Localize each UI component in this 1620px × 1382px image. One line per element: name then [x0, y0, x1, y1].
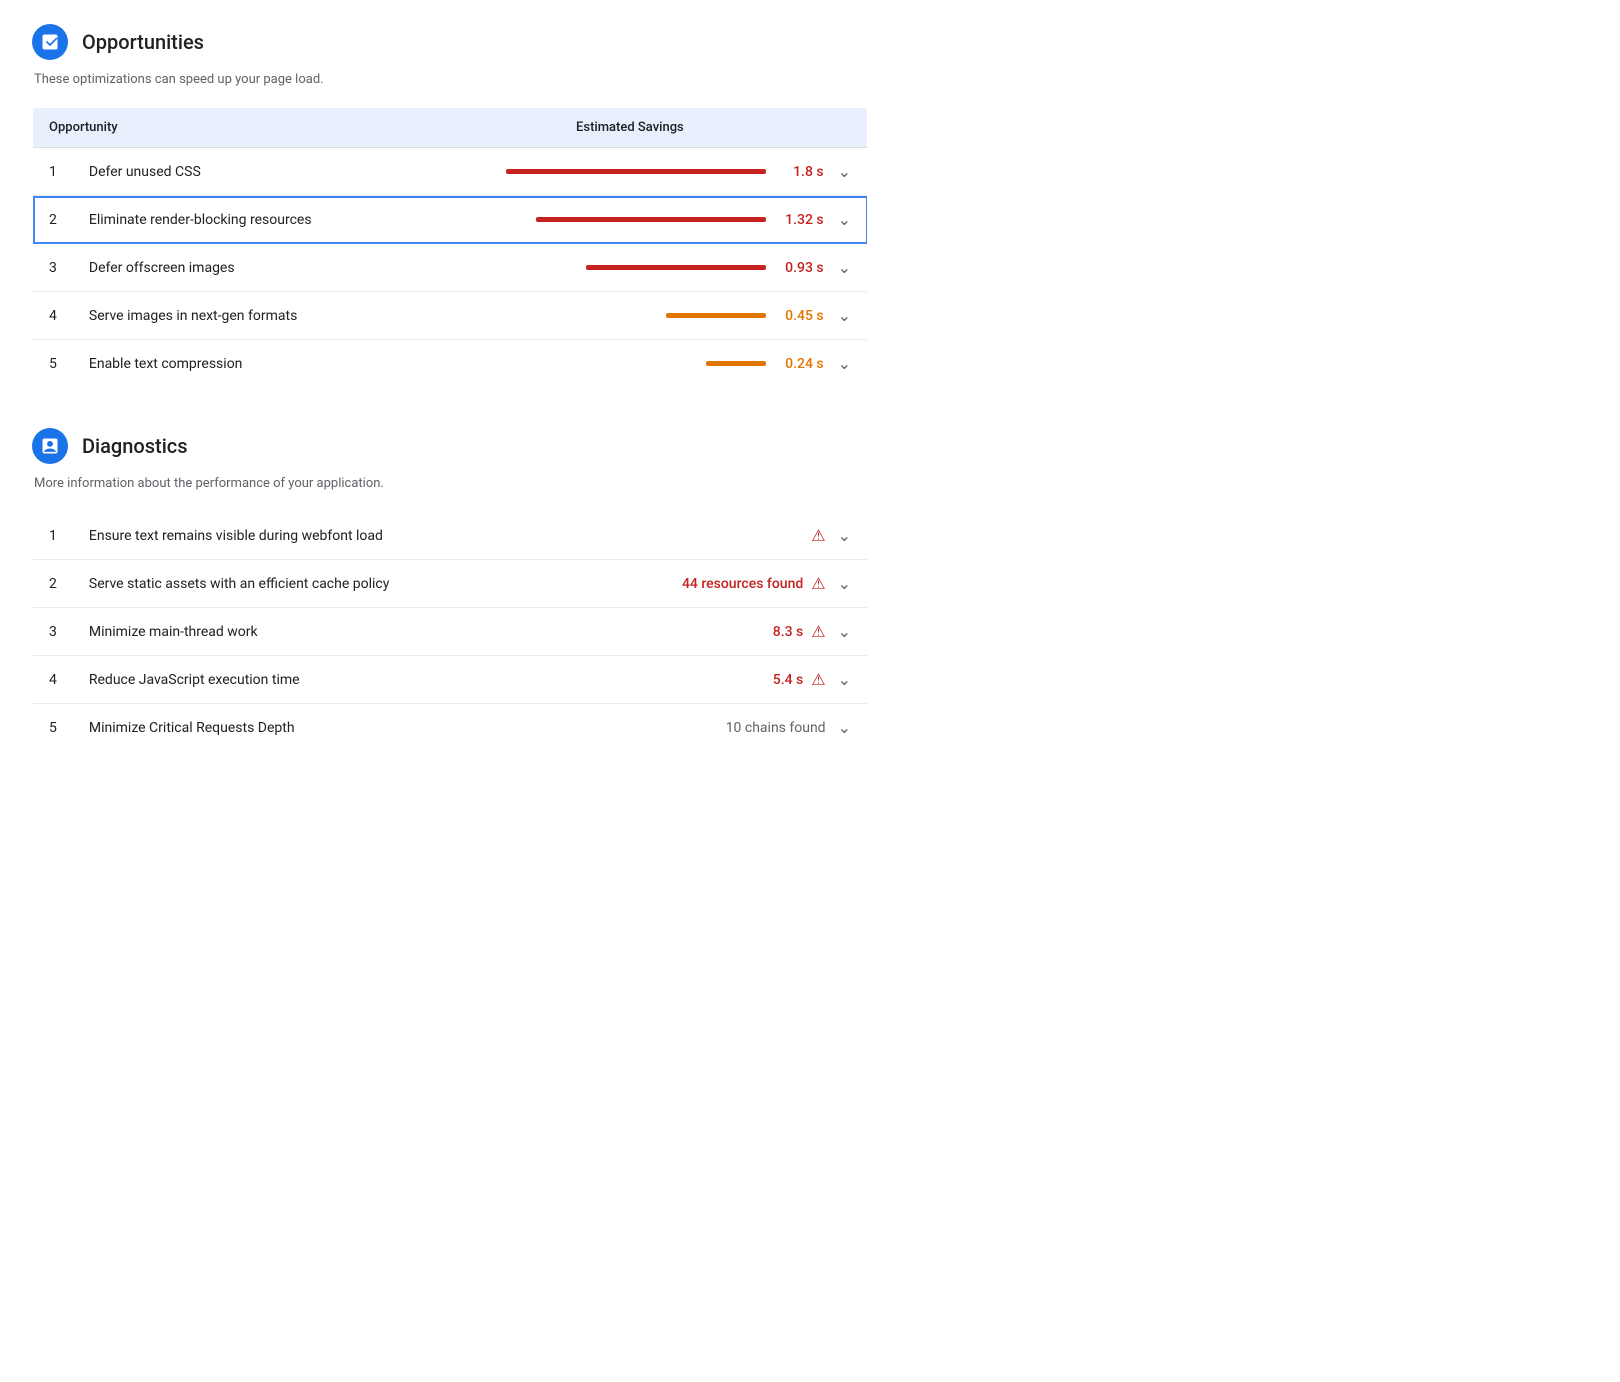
row-label: Ensure text remains visible during webfo…	[73, 512, 568, 560]
row-number: 3	[33, 244, 73, 292]
diag-value: 5.4 s	[773, 672, 804, 688]
row-number: 5	[33, 340, 73, 388]
chevron-down-icon[interactable]: ⌄	[838, 162, 851, 181]
opportunities-title: Opportunities	[82, 30, 204, 54]
warning-icon: ⚠	[811, 526, 825, 545]
savings-cell: 0.93 s ⌄	[393, 244, 868, 292]
opportunities-header: Opportunities	[32, 24, 868, 60]
diag-value: 10 chains found	[726, 720, 826, 736]
opportunity-col-header: Opportunity	[33, 108, 393, 148]
savings-value: 1.8 s	[776, 164, 824, 180]
diagnostics-row[interactable]: 1 Ensure text remains visible during web…	[33, 512, 868, 560]
opportunities-icon	[32, 24, 68, 60]
diag-savings-cell: ⚠ ⌄	[568, 512, 868, 560]
savings-value: 1.32 s	[776, 212, 824, 228]
diagnostics-row[interactable]: 4 Reduce JavaScript execution time 5.4 s…	[33, 656, 868, 704]
row-label: Minimize Critical Requests Depth	[73, 704, 568, 752]
opportunity-row[interactable]: 2 Eliminate render-blocking resources 1.…	[33, 196, 868, 244]
savings-value: 0.24 s	[776, 356, 824, 372]
chevron-down-icon[interactable]: ⌄	[838, 306, 851, 325]
diagnostics-section: Diagnostics More information about the p…	[32, 428, 868, 752]
row-number: 4	[33, 292, 73, 340]
diagnostics-row[interactable]: 2 Serve static assets with an efficient …	[33, 560, 868, 608]
opportunities-svg	[40, 32, 60, 52]
row-label: Eliminate render-blocking resources	[73, 196, 393, 244]
row-label: Defer offscreen images	[73, 244, 393, 292]
savings-value: 0.45 s	[776, 308, 824, 324]
warning-icon: ⚠	[811, 574, 825, 593]
row-label: Minimize main-thread work	[73, 608, 568, 656]
savings-cell: 0.24 s ⌄	[393, 340, 868, 388]
row-number: 2	[33, 560, 73, 608]
chevron-down-icon[interactable]: ⌄	[838, 526, 851, 545]
diag-value: 44 resources found	[682, 576, 803, 592]
opportunity-row[interactable]: 3 Defer offscreen images 0.93 s ⌄	[33, 244, 868, 292]
savings-cell: 1.8 s ⌄	[393, 148, 868, 196]
diag-savings-cell: 5.4 s ⚠ ⌄	[568, 656, 868, 704]
diag-value: 8.3 s	[773, 624, 804, 640]
diagnostics-title: Diagnostics	[82, 434, 188, 458]
warning-icon: ⚠	[811, 622, 825, 641]
diagnostics-table: 1 Ensure text remains visible during web…	[32, 511, 868, 752]
chevron-down-icon[interactable]: ⌄	[838, 670, 851, 689]
savings-bar	[706, 361, 766, 366]
row-label: Enable text compression	[73, 340, 393, 388]
savings-cell: 0.45 s ⌄	[393, 292, 868, 340]
opportunity-row[interactable]: 1 Defer unused CSS 1.8 s ⌄	[33, 148, 868, 196]
row-number: 4	[33, 656, 73, 704]
row-number: 1	[33, 512, 73, 560]
row-label: Serve images in next-gen formats	[73, 292, 393, 340]
opportunity-row[interactable]: 4 Serve images in next-gen formats 0.45 …	[33, 292, 868, 340]
chevron-down-icon[interactable]: ⌄	[838, 354, 851, 373]
diagnostics-header: Diagnostics	[32, 428, 868, 464]
opportunity-row[interactable]: 5 Enable text compression 0.24 s ⌄	[33, 340, 868, 388]
diagnostics-row[interactable]: 3 Minimize main-thread work 8.3 s ⚠ ⌄	[33, 608, 868, 656]
savings-value: 0.93 s	[776, 260, 824, 276]
row-number: 3	[33, 608, 73, 656]
warning-icon: ⚠	[811, 670, 825, 689]
row-label: Reduce JavaScript execution time	[73, 656, 568, 704]
chevron-down-icon[interactable]: ⌄	[838, 622, 851, 641]
diagnostics-icon	[32, 428, 68, 464]
savings-col-header: Estimated Savings	[393, 108, 868, 148]
savings-bar	[506, 169, 766, 174]
row-number: 2	[33, 196, 73, 244]
opportunities-subtitle: These optimizations can speed up your pa…	[34, 72, 868, 87]
savings-cell: 1.32 s ⌄	[393, 196, 868, 244]
chevron-down-icon[interactable]: ⌄	[838, 718, 851, 737]
diag-savings-cell: 8.3 s ⚠ ⌄	[568, 608, 868, 656]
chevron-down-icon[interactable]: ⌄	[838, 210, 851, 229]
diag-savings-cell: 10 chains found ⌄	[568, 704, 868, 752]
row-label: Defer unused CSS	[73, 148, 393, 196]
savings-bar	[536, 217, 766, 222]
row-number: 5	[33, 704, 73, 752]
savings-bar	[666, 313, 766, 318]
diagnostics-row[interactable]: 5 Minimize Critical Requests Depth 10 ch…	[33, 704, 868, 752]
savings-bar	[586, 265, 766, 270]
opportunities-table: Opportunity Estimated Savings 1 Defer un…	[32, 107, 868, 388]
chevron-down-icon[interactable]: ⌄	[838, 258, 851, 277]
chevron-down-icon[interactable]: ⌄	[838, 574, 851, 593]
diag-savings-cell: 44 resources found ⚠ ⌄	[568, 560, 868, 608]
opportunities-table-header: Opportunity Estimated Savings	[33, 108, 868, 148]
diagnostics-svg	[40, 436, 60, 456]
diagnostics-subtitle: More information about the performance o…	[34, 476, 868, 491]
row-number: 1	[33, 148, 73, 196]
row-label: Serve static assets with an efficient ca…	[73, 560, 568, 608]
